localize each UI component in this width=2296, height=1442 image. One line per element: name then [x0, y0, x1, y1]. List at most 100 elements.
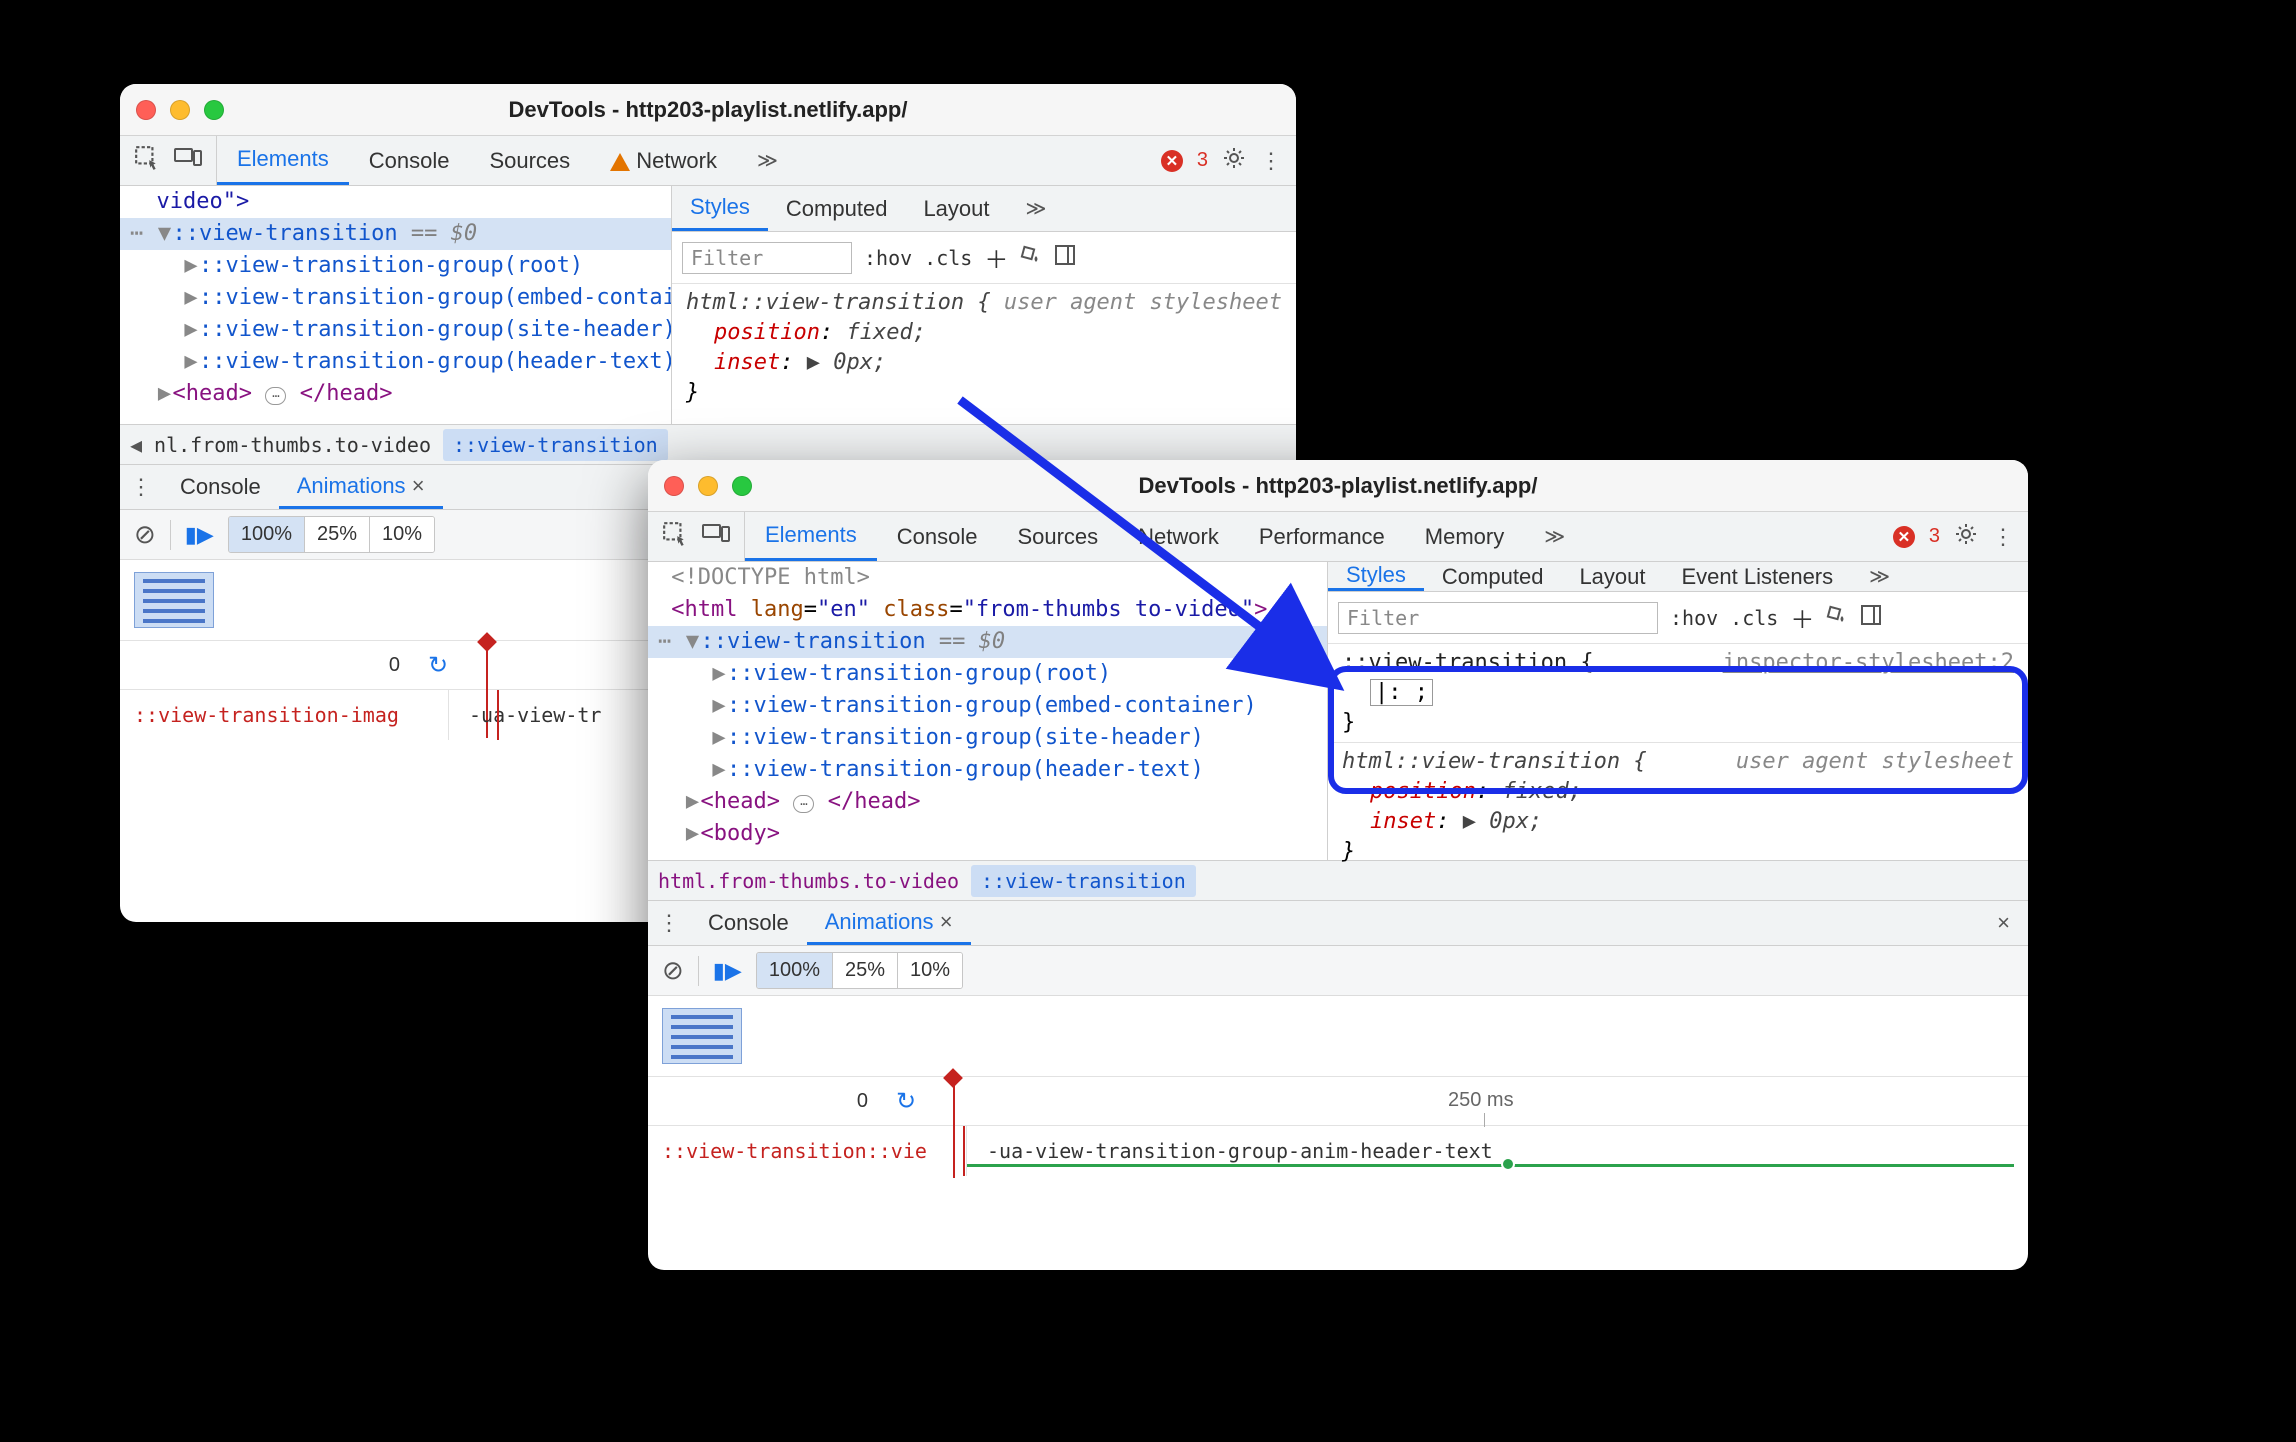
scroll-left-icon[interactable]: ◀ — [130, 433, 142, 457]
main-toolbar: Elements Console Sources Network Perform… — [648, 512, 2028, 562]
speed-10[interactable]: 10% — [898, 953, 962, 988]
drawer-tab-animations[interactable]: Animations × — [807, 901, 971, 945]
clear-icon[interactable]: ⊘ — [134, 519, 156, 550]
inspect-element-icon[interactable] — [662, 521, 688, 552]
settings-gear-icon[interactable] — [1954, 522, 1978, 551]
paint-bucket-icon[interactable] — [1826, 604, 1848, 631]
computed-sidebar-icon[interactable] — [1054, 244, 1076, 271]
tab-console[interactable]: Console — [349, 136, 470, 185]
tree-line[interactable]: ▶<head> ⋯ </head> — [120, 378, 671, 410]
tab-console[interactable]: Console — [877, 512, 998, 561]
tab-sources[interactable]: Sources — [469, 136, 590, 185]
breadcrumb-item[interactable]: nl.from-thumbs.to-video — [154, 433, 431, 457]
tab-sources[interactable]: Sources — [997, 512, 1118, 561]
paint-bucket-icon[interactable] — [1020, 244, 1042, 271]
tab-network[interactable]: Network — [590, 136, 737, 185]
subtab-styles[interactable]: Styles — [1328, 562, 1424, 591]
animation-track[interactable]: ::view-transition::vie -ua-view-transiti… — [648, 1126, 2028, 1176]
tab-overflow[interactable]: ≫ — [1524, 512, 1585, 561]
close-tab-icon[interactable]: × — [412, 473, 425, 499]
styles-filter-input[interactable]: Filter — [1338, 602, 1658, 634]
error-badge-icon[interactable]: ✕ — [1893, 526, 1915, 548]
settings-gear-icon[interactable] — [1222, 146, 1246, 175]
subtab-overflow[interactable]: ≫ — [1008, 186, 1065, 231]
hov-toggle[interactable]: :hov — [864, 246, 912, 270]
subtab-layout[interactable]: Layout — [1561, 562, 1663, 591]
subtab-computed[interactable]: Computed — [1424, 562, 1562, 591]
tree-line[interactable]: ▶::view-transition-group(embed-container… — [648, 690, 1327, 722]
speed-100[interactable]: 100% — [229, 517, 305, 552]
drawer-menu-icon[interactable]: ⋮ — [648, 901, 690, 945]
speed-10[interactable]: 10% — [370, 517, 434, 552]
tree-line-selected[interactable]: ⋯ ▼::view-transition == $0 — [648, 626, 1327, 658]
subtab-computed[interactable]: Computed — [768, 186, 906, 231]
tree-line[interactable]: ▶<head> ⋯ </head> — [648, 786, 1327, 818]
tree-line[interactable]: <html lang="en" class="from-thumbs to-vi… — [648, 594, 1327, 626]
tree-line-selected[interactable]: ⋯ ▼::view-transition == $0 — [120, 218, 671, 250]
ellipsis-badge[interactable]: ⋯ — [793, 795, 814, 813]
replay-icon[interactable]: ↻ — [896, 1087, 916, 1116]
speed-25[interactable]: 25% — [305, 517, 370, 552]
animation-group-thumb[interactable] — [662, 1008, 742, 1064]
drawer-tab-console[interactable]: Console — [162, 465, 279, 509]
drawer-tab-console[interactable]: Console — [690, 901, 807, 945]
drawer-tab-animations[interactable]: Animations × — [279, 465, 443, 509]
tree-line[interactable]: ▶::view-transition-group(embed-container… — [120, 282, 671, 314]
tree-line[interactable]: ▶::view-transition-group(root) — [120, 250, 671, 282]
window-minimize[interactable] — [698, 476, 718, 496]
hov-toggle[interactable]: :hov — [1670, 606, 1718, 630]
play-pause-icon[interactable]: ▮▶ — [713, 958, 742, 984]
window-zoom[interactable] — [204, 100, 224, 120]
tab-elements[interactable]: Elements — [217, 136, 349, 185]
tree-line[interactable]: ▶::view-transition-group(site-header) — [648, 722, 1327, 754]
speed-segment: 100% 25% 10% — [228, 516, 435, 553]
tree-line[interactable]: ▶<body> — [648, 818, 1327, 850]
error-count: 3 — [1929, 525, 1940, 548]
window-close[interactable] — [136, 100, 156, 120]
tree-line[interactable]: ▶::view-transition-group(root) — [648, 658, 1327, 690]
tree-line[interactable]: ▶::view-transition-group(header-text) — [120, 346, 671, 378]
speed-25[interactable]: 25% — [833, 953, 898, 988]
error-badge-icon[interactable]: ✕ — [1161, 150, 1183, 172]
cls-toggle[interactable]: .cls — [924, 246, 972, 270]
drawer-menu-icon[interactable]: ⋮ — [120, 465, 162, 509]
ellipsis-badge[interactable]: ⋯ — [265, 387, 286, 405]
tree-line[interactable]: ▶::view-transition-group(header-text) — [648, 754, 1327, 786]
play-pause-icon[interactable]: ▮▶ — [185, 522, 214, 548]
breadcrumb-item[interactable]: html.from-thumbs.to-video — [658, 869, 959, 893]
more-menu-icon[interactable]: ⋮ — [1260, 148, 1282, 174]
breadcrumb-item-active[interactable]: ::view-transition — [443, 429, 668, 461]
speed-100[interactable]: 100% — [757, 953, 833, 988]
drawer-close[interactable]: × — [1979, 901, 2028, 945]
window-zoom[interactable] — [732, 476, 752, 496]
computed-sidebar-icon[interactable] — [1860, 604, 1882, 631]
subtab-event-listeners[interactable]: Event Listeners — [1664, 562, 1852, 591]
window-close[interactable] — [664, 476, 684, 496]
styles-filter-input[interactable]: Filter — [682, 242, 852, 274]
new-rule-icon[interactable]: ＋ — [984, 240, 1008, 275]
replay-icon[interactable]: ↻ — [428, 651, 448, 680]
new-rule-icon[interactable]: ＋ — [1790, 600, 1814, 635]
window-minimize[interactable] — [170, 100, 190, 120]
tab-network[interactable]: Network — [1118, 512, 1239, 561]
close-tab-icon[interactable]: × — [940, 909, 953, 935]
more-menu-icon[interactable]: ⋮ — [1992, 524, 2014, 550]
subtab-overflow[interactable]: ≫ — [1851, 562, 1908, 591]
inspect-element-icon[interactable] — [134, 145, 160, 176]
breadcrumb-item-active[interactable]: ::view-transition — [971, 865, 1196, 897]
tab-memory[interactable]: Memory — [1405, 512, 1524, 561]
cls-toggle[interactable]: .cls — [1730, 606, 1778, 630]
tree-line[interactable]: <!DOCTYPE html> — [648, 562, 1327, 594]
css-rule[interactable]: html::view-transition { user agent style… — [672, 284, 1296, 412]
subtab-styles[interactable]: Styles — [672, 186, 768, 231]
animation-group-thumb[interactable] — [134, 572, 214, 628]
tab-performance[interactable]: Performance — [1239, 512, 1405, 561]
device-toolbar-icon[interactable] — [702, 523, 730, 550]
subtab-layout[interactable]: Layout — [905, 186, 1007, 231]
device-toolbar-icon[interactable] — [174, 147, 202, 174]
tab-overflow[interactable]: ≫ — [737, 136, 798, 185]
tree-line[interactable]: video"> — [120, 186, 671, 218]
tab-elements[interactable]: Elements — [745, 512, 877, 561]
clear-icon[interactable]: ⊘ — [662, 955, 684, 986]
tree-line[interactable]: ▶::view-transition-group(site-header) — [120, 314, 671, 346]
